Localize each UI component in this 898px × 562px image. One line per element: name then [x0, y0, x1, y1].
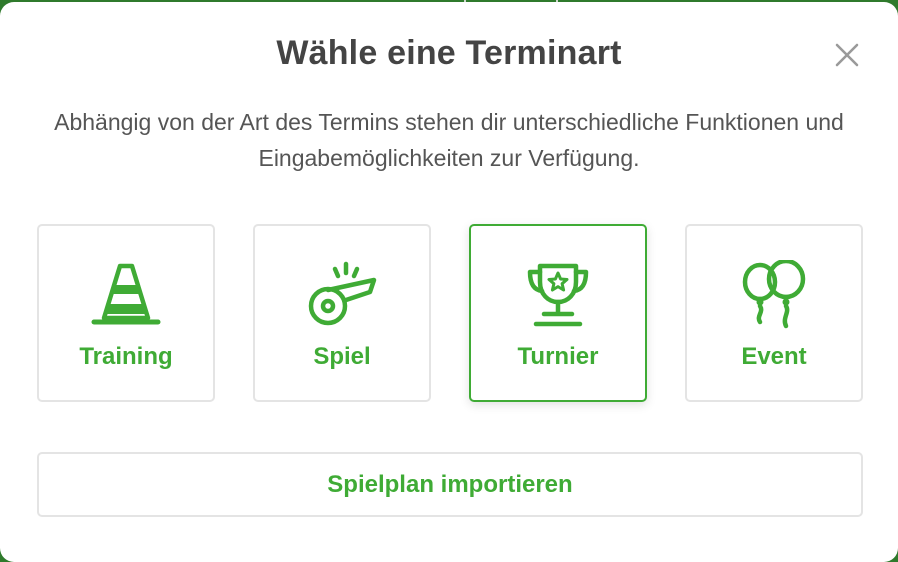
balloons-icon: [738, 260, 810, 332]
event-type-label: Spiel: [313, 343, 371, 370]
import-schedule-button[interactable]: Spielplan importieren: [37, 452, 863, 517]
modal-description: Abhängig von der Art des Termins stehen …: [20, 104, 878, 176]
traffic-cone-icon: [90, 260, 162, 332]
modal-title: Wähle eine Terminart: [276, 34, 622, 72]
trophy-icon: [522, 260, 594, 332]
event-type-label: Training: [79, 343, 173, 370]
close-button[interactable]: [832, 40, 862, 70]
close-icon: [835, 43, 859, 67]
event-type-turnier[interactable]: Turnier: [469, 224, 647, 402]
whistle-icon: [306, 260, 378, 332]
description-line: Abhängig von der Art des Termins stehen …: [54, 109, 844, 135]
event-type-modal: Wähle eine Terminart Abhängig von der Ar…: [0, 2, 898, 562]
event-type-spiel[interactable]: Spiel: [253, 224, 431, 402]
event-type-label: Turnier: [517, 343, 599, 370]
event-type-label: Event: [741, 343, 807, 370]
description-line: Eingabemöglichkeiten zur Verfügung.: [258, 145, 640, 171]
event-type-event[interactable]: Event: [685, 224, 863, 402]
event-type-training[interactable]: Training: [37, 224, 215, 402]
